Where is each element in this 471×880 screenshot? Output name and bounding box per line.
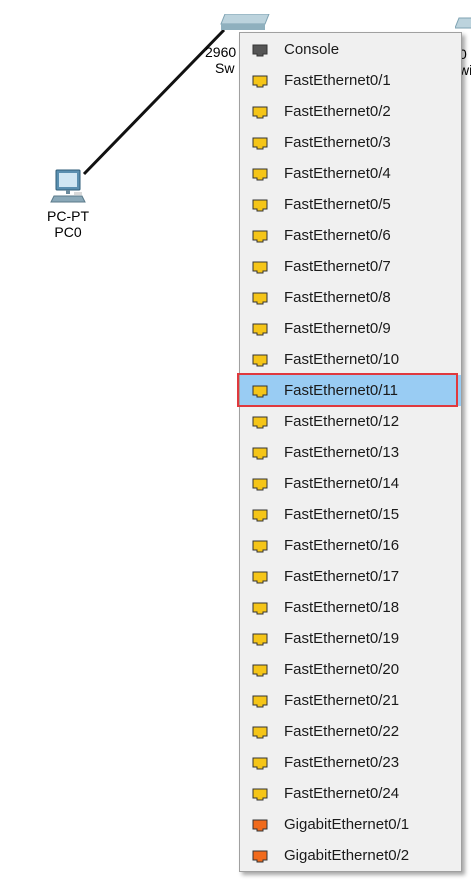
- menu-item-label: FastEthernet0/8: [284, 289, 391, 306]
- menu-item-label: Console: [284, 41, 340, 58]
- pc-icon: [50, 168, 86, 206]
- menu-item-port[interactable]: FastEthernet0/16: [240, 530, 461, 561]
- menu-item-label: FastEthernet0/16: [284, 537, 400, 554]
- menu-item-label: FastEthernet0/7: [284, 258, 391, 275]
- ethernet-port-icon: [252, 168, 268, 181]
- menu-item-port[interactable]: FastEthernet0/1: [240, 65, 461, 96]
- menu-item-label: FastEthernet0/3: [284, 134, 391, 151]
- menu-item-label: FastEthernet0/1: [284, 72, 391, 89]
- menu-item-label: FastEthernet0/19: [284, 630, 400, 647]
- menu-item-port[interactable]: FastEthernet0/12: [240, 406, 461, 437]
- ethernet-port-icon: [252, 323, 268, 336]
- ethernet-port-icon: [252, 230, 268, 243]
- ethernet-port-icon: [252, 571, 268, 584]
- ethernet-port-icon: [252, 540, 268, 553]
- ethernet-port-icon: [252, 292, 268, 305]
- menu-item-port[interactable]: FastEthernet0/18: [240, 592, 461, 623]
- menu-item-label: FastEthernet0/4: [284, 165, 391, 182]
- menu-item-port[interactable]: FastEthernet0/23: [240, 747, 461, 778]
- menu-item-label: FastEthernet0/24: [284, 785, 400, 802]
- menu-item-port[interactable]: FastEthernet0/2: [240, 96, 461, 127]
- menu-item-label: FastEthernet0/13: [284, 444, 400, 461]
- ethernet-port-icon: [252, 695, 268, 708]
- ethernet-port-icon: [252, 261, 268, 274]
- ethernet-port-icon: [252, 478, 268, 491]
- ethernet-port-icon: [252, 757, 268, 770]
- menu-item-label: FastEthernet0/15: [284, 506, 400, 523]
- menu-item-label: FastEthernet0/6: [284, 227, 391, 244]
- pc-name-label: PC0: [54, 224, 82, 240]
- menu-item-port[interactable]: GigabitEthernet0/2: [240, 840, 461, 871]
- menu-item-port[interactable]: FastEthernet0/24: [240, 778, 461, 809]
- menu-item-port[interactable]: FastEthernet0/22: [240, 716, 461, 747]
- pc-type-label: PC-PT: [47, 208, 89, 224]
- console-port-icon: [252, 44, 268, 57]
- ethernet-port-icon: [252, 106, 268, 119]
- menu-item-port[interactable]: FastEthernet0/13: [240, 437, 461, 468]
- menu-item-label: FastEthernet0/2: [284, 103, 391, 120]
- menu-item-port[interactable]: FastEthernet0/9: [240, 313, 461, 344]
- menu-item-label: FastEthernet0/11: [284, 382, 398, 399]
- menu-item-label: FastEthernet0/12: [284, 413, 400, 430]
- menu-item-label: FastEthernet0/21: [284, 692, 400, 709]
- menu-item-port[interactable]: FastEthernet0/11: [240, 375, 461, 406]
- ethernet-port-icon: [252, 354, 268, 367]
- ethernet-port-icon: [252, 788, 268, 801]
- menu-item-label: FastEthernet0/14: [284, 475, 400, 492]
- menu-item-label: FastEthernet0/18: [284, 599, 400, 616]
- ethernet-port-icon: [252, 416, 268, 429]
- menu-item-port[interactable]: FastEthernet0/15: [240, 499, 461, 530]
- gigabit-port-icon: [252, 850, 268, 863]
- port-select-menu: Console FastEthernet0/1 FastEthernet0/2 Fas…: [239, 32, 462, 872]
- menu-item-label: GigabitEthernet0/1: [284, 816, 410, 833]
- menu-item-port[interactable]: FastEthernet0/21: [240, 685, 461, 716]
- menu-item-label: FastEthernet0/9: [284, 320, 391, 337]
- menu-item-label: FastEthernet0/17: [284, 568, 400, 585]
- ethernet-port-icon: [252, 726, 268, 739]
- menu-item-label: FastEthernet0/10: [284, 351, 400, 368]
- pc-device[interactable]: PC-PT PC0: [40, 168, 96, 240]
- menu-item-label: FastEthernet0/20: [284, 661, 400, 678]
- menu-item-port[interactable]: FastEthernet0/20: [240, 654, 461, 685]
- menu-item-label: FastEthernet0/5: [284, 196, 391, 213]
- menu-item-label: FastEthernet0/23: [284, 754, 400, 771]
- menu-item-port[interactable]: Console: [240, 34, 461, 65]
- ethernet-port-icon: [252, 75, 268, 88]
- menu-item-port[interactable]: FastEthernet0/5: [240, 189, 461, 220]
- menu-item-port[interactable]: FastEthernet0/17: [240, 561, 461, 592]
- ethernet-port-icon: [252, 602, 268, 615]
- menu-item-port[interactable]: FastEthernet0/3: [240, 127, 461, 158]
- menu-item-port[interactable]: FastEthernet0/10: [240, 344, 461, 375]
- menu-item-label: FastEthernet0/22: [284, 723, 400, 740]
- logical-workspace[interactable]: 2960 Sw 0 wi PC-PT PC0 Console FastEther…: [0, 0, 471, 880]
- menu-item-label: GigabitEthernet0/2: [284, 847, 410, 864]
- menu-item-port[interactable]: GigabitEthernet0/1: [240, 809, 461, 840]
- menu-item-port[interactable]: FastEthernet0/19: [240, 623, 461, 654]
- ethernet-port-icon: [252, 447, 268, 460]
- ethernet-port-icon: [252, 385, 268, 398]
- ethernet-port-icon: [252, 137, 268, 150]
- menu-item-port[interactable]: FastEthernet0/7: [240, 251, 461, 282]
- menu-item-port[interactable]: FastEthernet0/4: [240, 158, 461, 189]
- menu-item-port[interactable]: FastEthernet0/6: [240, 220, 461, 251]
- menu-item-port[interactable]: FastEthernet0/8: [240, 282, 461, 313]
- menu-item-port[interactable]: FastEthernet0/14: [240, 468, 461, 499]
- ethernet-port-icon: [252, 199, 268, 212]
- ethernet-port-icon: [252, 664, 268, 677]
- ethernet-port-icon: [252, 509, 268, 522]
- gigabit-port-icon: [252, 819, 268, 832]
- ethernet-port-icon: [252, 633, 268, 646]
